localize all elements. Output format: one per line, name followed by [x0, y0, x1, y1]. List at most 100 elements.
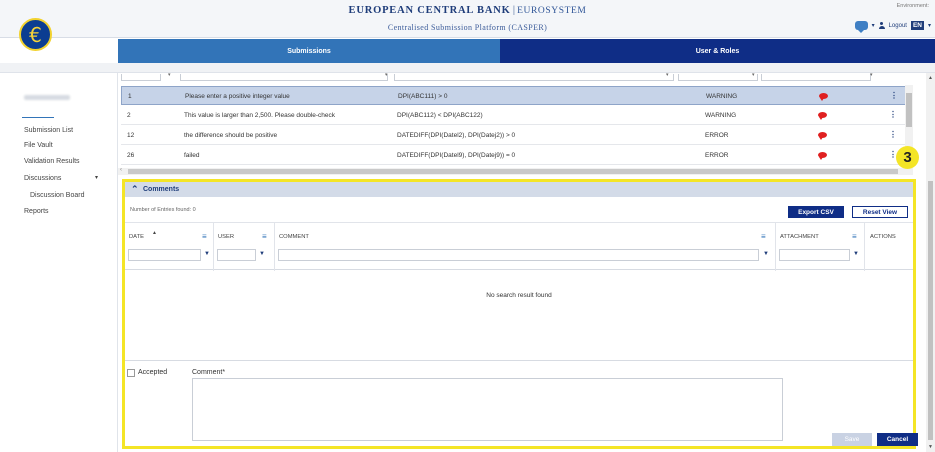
- sidebar-divider: [22, 117, 54, 118]
- row-actions-icon[interactable]: ⋮: [889, 110, 897, 119]
- row-id: 1: [128, 93, 132, 100]
- sidebar-item-validation-results[interactable]: Validation Results: [24, 158, 80, 165]
- table-row[interactable]: 2 This value is larger than 2,500. Pleas…: [121, 106, 907, 125]
- comment-textarea[interactable]: [192, 378, 783, 441]
- filter-icon[interactable]: ▼: [204, 251, 210, 257]
- row-id: 12: [127, 132, 135, 139]
- dropdown-icon[interactable]: ▾: [870, 72, 873, 78]
- attachment-filter-input[interactable]: [779, 249, 850, 261]
- row-severity: ERROR: [705, 132, 729, 139]
- row-message: the difference should be positive: [184, 132, 278, 139]
- scroll-up-icon[interactable]: ▲: [928, 75, 933, 81]
- filter-input[interactable]: [761, 74, 871, 81]
- table-filter-row: ▾ ▾ ▾ ▾ ▾: [118, 72, 913, 84]
- filter-input[interactable]: [121, 74, 161, 81]
- column-menu-icon[interactable]: ≡: [262, 232, 267, 241]
- brand-title: EUROPEAN CENTRAL BANK | EUROSYSTEM: [0, 5, 935, 16]
- environment-label: Environment:: [896, 3, 929, 9]
- logout-link[interactable]: Logout: [889, 23, 907, 29]
- accepted-label: Accepted: [138, 369, 168, 376]
- comments-title: Comments: [143, 186, 180, 193]
- comment-icon[interactable]: [818, 152, 827, 160]
- header-tools: ▾ Logout EN ▾: [854, 21, 931, 33]
- row-severity: ERROR: [705, 152, 729, 159]
- column-header-comment[interactable]: COMMENT: [279, 234, 309, 240]
- sidebar-item-reports[interactable]: Reports: [24, 208, 49, 215]
- page-scrollbar[interactable]: ▲ ▼: [926, 73, 935, 452]
- filter-icon[interactable]: ▼: [763, 251, 769, 257]
- divider: [125, 360, 913, 361]
- sidebar-item-submission-list[interactable]: Submission List: [24, 127, 73, 134]
- column-header-user[interactable]: USER: [218, 234, 234, 240]
- comment-icon[interactable]: [818, 112, 827, 120]
- filter-input[interactable]: [180, 74, 388, 81]
- row-expression: DATEDIFF(DPI(Datel9), DPI(Datej9)) = 0: [397, 152, 516, 159]
- chevron-up-icon[interactable]: ⌃: [131, 184, 139, 195]
- export-csv-button[interactable]: Export CSV: [788, 206, 844, 218]
- main-content: ▾ ▾ ▾ ▾ ▾ 1 Please enter a positive inte…: [118, 72, 926, 452]
- sidebar-item-discussion-board[interactable]: Discussion Board: [30, 192, 84, 199]
- column-menu-icon[interactable]: ≡: [202, 232, 207, 241]
- column-menu-icon[interactable]: ≡: [852, 232, 857, 241]
- no-result-message: No search result found: [486, 292, 552, 299]
- sidebar: Submission List File Vault Validation Re…: [0, 73, 118, 452]
- row-message: Please enter a positive integer value: [185, 93, 290, 100]
- date-filter-input[interactable]: [128, 249, 201, 261]
- column-date: DATE ▲ ≡ ▼: [125, 223, 214, 271]
- chevron-down-icon[interactable]: ▾: [872, 22, 875, 29]
- user-filter-input[interactable]: [217, 249, 256, 261]
- dropdown-icon[interactable]: ▾: [385, 72, 388, 78]
- entries-count: Number of Entries found: 0: [130, 207, 196, 213]
- messages-icon[interactable]: [854, 21, 868, 33]
- chevron-down-icon[interactable]: ▾: [95, 174, 98, 181]
- row-actions-icon[interactable]: ⋮: [889, 130, 897, 139]
- app-header: EUROPEAN CENTRAL BANK | EUROSYSTEM Centr…: [0, 0, 935, 38]
- tab-submissions[interactable]: Submissions: [118, 39, 500, 63]
- language-chevron-icon[interactable]: ▾: [928, 22, 931, 29]
- filter-icon[interactable]: ▼: [259, 251, 265, 257]
- sort-asc-icon[interactable]: ▲: [152, 230, 157, 236]
- nav-underline: [0, 63, 935, 73]
- table-row[interactable]: 1 Please enter a positive integer value …: [121, 86, 907, 105]
- comments-panel: ⌃ Comments Number of Entries found: 0 Ex…: [122, 179, 918, 449]
- dropdown-icon[interactable]: ▾: [666, 72, 669, 78]
- accepted-checkbox[interactable]: [127, 369, 135, 377]
- cancel-button[interactable]: Cancel: [877, 433, 918, 446]
- scroll-down-icon[interactable]: ▼: [928, 444, 933, 450]
- filter-icon[interactable]: ▼: [853, 251, 859, 257]
- tab-user-roles[interactable]: User & Roles: [500, 39, 935, 63]
- row-severity: WARNING: [705, 112, 737, 119]
- column-menu-icon[interactable]: ≡: [761, 232, 766, 241]
- row-expression: DPI(ABC112) < DPI(ABC122): [397, 112, 483, 119]
- comment-filter-input[interactable]: [278, 249, 759, 261]
- row-severity: WARNING: [706, 93, 738, 100]
- filter-input[interactable]: [394, 74, 674, 81]
- sidebar-item-file-vault[interactable]: File Vault: [24, 142, 53, 149]
- scroll-left-icon[interactable]: ‹: [120, 167, 122, 173]
- user-icon: [878, 22, 885, 29]
- row-message: This value is larger than 2,500. Please …: [184, 112, 336, 119]
- table-horizontal-scrollbar[interactable]: ‹: [118, 167, 913, 175]
- comment-icon[interactable]: [819, 93, 828, 101]
- language-selector[interactable]: EN: [910, 21, 924, 30]
- comment-icon[interactable]: [818, 132, 827, 140]
- dropdown-icon[interactable]: ▾: [168, 72, 171, 78]
- sidebar-item-discussions[interactable]: Discussions: [24, 175, 61, 182]
- filter-input[interactable]: [678, 74, 758, 81]
- table-row[interactable]: 26 failed DATEDIFF(DPI(Datel9), DPI(Date…: [121, 146, 907, 165]
- column-header-attachment[interactable]: ATTACHMENT: [780, 234, 819, 240]
- main-nav: Submissions User & Roles: [0, 39, 935, 63]
- row-actions-icon[interactable]: ⋮: [890, 91, 898, 100]
- save-button[interactable]: Save: [832, 433, 872, 446]
- row-message: failed: [184, 152, 200, 159]
- column-user: USER ≡ ▼: [214, 223, 275, 271]
- column-header-date[interactable]: DATE: [129, 234, 144, 240]
- brand-sub: EUROSYSTEM: [517, 6, 587, 16]
- comments-header[interactable]: ⌃ Comments: [125, 182, 913, 197]
- row-id: 2: [127, 112, 131, 119]
- table-row[interactable]: 12 the difference should be positive DAT…: [121, 126, 907, 145]
- column-comment: COMMENT ≡ ▼: [275, 223, 776, 271]
- dropdown-icon[interactable]: ▾: [752, 72, 755, 78]
- row-expression: DPI(ABC111) > 0: [398, 93, 448, 100]
- reset-view-button[interactable]: Reset View: [852, 206, 908, 218]
